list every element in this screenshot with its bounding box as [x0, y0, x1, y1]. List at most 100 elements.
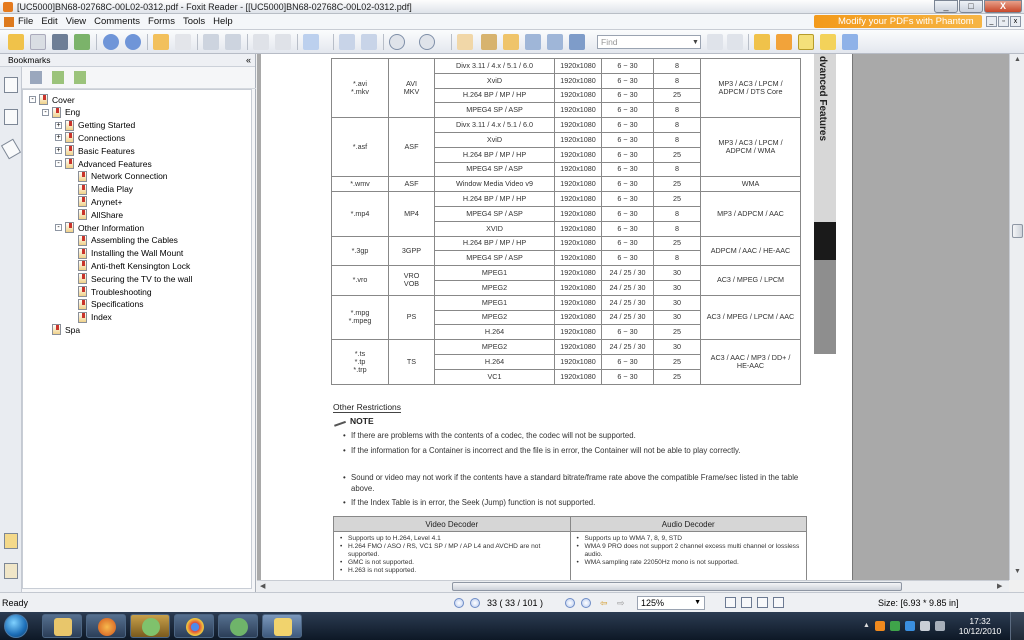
taskbar-network[interactable]	[218, 614, 258, 638]
menu-help[interactable]: Help	[213, 16, 233, 27]
document-view[interactable]: *.avi *.mkv AVI MKV Divx 3.11 / 4.x / 5.1 …	[257, 54, 1009, 580]
bookmark-item[interactable]: Anti-theft Kensington Lock	[68, 259, 190, 272]
add-child-bookmark-icon[interactable]	[74, 71, 86, 84]
zoom-in-icon[interactable]	[419, 34, 435, 50]
tray-d-icon[interactable]	[905, 621, 915, 631]
continuous-view-icon[interactable]	[741, 597, 752, 608]
bookmark-item[interactable]: Troubleshooting	[68, 285, 152, 298]
taskbar-firefox[interactable]	[86, 614, 126, 638]
zoom-dropdown-icon[interactable]: ▼	[694, 597, 701, 609]
pages-tab-icon[interactable]	[4, 109, 18, 125]
find-prev-icon[interactable]	[707, 34, 723, 50]
hand-tool-icon[interactable]	[457, 34, 473, 50]
bookmark-item[interactable]: - Eng	[42, 106, 80, 119]
vertical-scroll-thumb[interactable]	[1012, 224, 1023, 238]
bookmark-item[interactable]: Anynet+	[68, 195, 122, 208]
bookmark-item[interactable]: Index	[68, 311, 112, 324]
tray-expand-icon[interactable]: ▲	[863, 622, 870, 629]
continuous-facing-view-icon[interactable]	[773, 597, 784, 608]
scroll-left-icon[interactable]: ◀	[260, 582, 265, 590]
bookmark-item[interactable]: Specifications	[68, 298, 143, 311]
bookmark-item[interactable]: - Cover	[29, 93, 75, 106]
start-button[interactable]	[4, 614, 28, 638]
scroll-up-icon[interactable]: ▲	[1014, 56, 1021, 63]
text-box-icon[interactable]	[798, 34, 814, 50]
delete-bookmark-icon[interactable]	[30, 71, 42, 84]
maximize-button[interactable]: □	[959, 0, 983, 13]
tree-expander-icon[interactable]: -	[42, 108, 49, 116]
close-button[interactable]: X	[984, 0, 1022, 13]
menu-file[interactable]: File	[18, 16, 33, 27]
select-text-icon[interactable]	[481, 34, 497, 50]
print-icon[interactable]	[52, 34, 68, 50]
extract-page-icon[interactable]	[225, 34, 241, 50]
last-page-icon[interactable]	[581, 598, 591, 608]
find-input[interactable]: Find	[597, 35, 701, 49]
taskbar-messenger[interactable]	[130, 614, 170, 638]
note-icon[interactable]	[547, 34, 563, 50]
bookmark-item[interactable]: + Basic Features	[55, 144, 135, 157]
bookmark-item[interactable]: Installing the Wall Mount	[68, 247, 183, 260]
horizontal-scroll-thumb[interactable]	[452, 582, 902, 591]
next-page-status-icon[interactable]	[565, 598, 575, 608]
single-page-view-icon[interactable]	[725, 597, 736, 608]
collapse-panel-button[interactable]: «	[246, 54, 251, 67]
phantom-banner[interactable]: Modify your PDFs with Phantom	[814, 15, 982, 28]
facing-view-icon[interactable]	[757, 597, 768, 608]
tree-expander-icon[interactable]: -	[29, 96, 36, 103]
menu-edit[interactable]: Edit	[41, 16, 57, 27]
zoom-out-icon[interactable]	[389, 34, 405, 50]
attachments-tab-icon[interactable]	[4, 563, 18, 579]
vertical-scrollbar[interactable]: ▲ ▼	[1009, 54, 1024, 580]
tree-expander-icon[interactable]: +	[55, 134, 62, 142]
network-icon[interactable]	[920, 621, 930, 631]
taskbar-chrome[interactable]	[174, 614, 214, 638]
bookmark-item[interactable]: - Advanced Features	[55, 157, 152, 170]
tree-expander-icon[interactable]: -	[55, 160, 62, 167]
bookmarks-tab-icon[interactable]	[4, 77, 18, 93]
comments-tab-icon[interactable]	[4, 533, 18, 549]
comment-icon[interactable]	[754, 34, 770, 50]
bookmark-item[interactable]: + Getting Started	[55, 119, 135, 132]
rotate-right-icon[interactable]	[275, 34, 291, 50]
pencil-icon[interactable]	[776, 34, 792, 50]
bookmark-item[interactable]: Network Connection	[68, 170, 168, 183]
minimize-button[interactable]: _	[934, 0, 958, 13]
scroll-right-icon[interactable]: ▶	[997, 582, 1002, 590]
bookmark-item[interactable]: + Connections	[55, 131, 125, 144]
next-page-icon[interactable]	[125, 34, 141, 50]
layers-tab-icon[interactable]	[0, 138, 22, 160]
find-next-icon[interactable]	[727, 34, 743, 50]
insert-page-icon[interactable]	[203, 34, 219, 50]
doc-restore-button[interactable]: ▫	[998, 16, 1009, 27]
fit-width-icon[interactable]	[361, 34, 377, 50]
typewriter-icon[interactable]	[525, 34, 541, 50]
bookmark-item[interactable]: AllShare	[68, 208, 123, 221]
back-arrow-icon[interactable]	[153, 34, 169, 50]
fit-page-icon[interactable]	[339, 34, 355, 50]
volume-icon[interactable]	[935, 621, 945, 631]
menu-forms[interactable]: Forms	[148, 16, 175, 27]
email-icon[interactable]	[74, 34, 90, 50]
bookmark-item[interactable]: Media Play	[68, 183, 133, 196]
zoom-select[interactable]: 125% ▼	[637, 596, 705, 610]
scroll-down-icon[interactable]: ▼	[1014, 568, 1021, 575]
menu-tools[interactable]: Tools	[183, 16, 205, 27]
menu-view[interactable]: View	[66, 16, 86, 27]
save-icon[interactable]	[30, 34, 46, 50]
taskbar-explorer[interactable]	[42, 614, 82, 638]
arrow-tool-icon[interactable]	[842, 34, 858, 50]
menu-comments[interactable]: Comments	[94, 16, 140, 27]
tray-app-icon[interactable]	[875, 621, 885, 631]
page-number-field[interactable]: 33 ( 33 / 101 )	[487, 598, 543, 608]
bookmark-item[interactable]: - Other Information	[55, 221, 144, 234]
forward-arrow-icon[interactable]	[175, 34, 191, 50]
back-view-icon[interactable]: ⇦	[600, 598, 608, 609]
callout-icon[interactable]	[820, 34, 836, 50]
find-dropdown-icon[interactable]: ▼	[692, 39, 699, 46]
tree-expander-icon[interactable]: +	[55, 121, 62, 129]
bookmark-item[interactable]: Assembling the Cables	[68, 234, 178, 247]
bookmark-item[interactable]: Securing the TV to the wall	[68, 272, 192, 285]
taskbar-foxit[interactable]	[262, 614, 302, 638]
tree-expander-icon[interactable]: -	[55, 224, 62, 231]
